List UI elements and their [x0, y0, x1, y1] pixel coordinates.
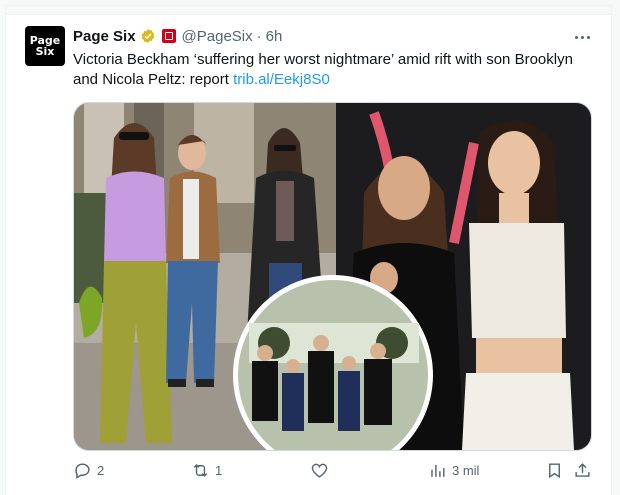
tweet-header: Page Six @PageSix · 6h: [73, 26, 282, 46]
action-bar: 2 1 3 mil: [73, 458, 593, 482]
tweet-card[interactable]: Page Six Page Six @PageSix · 6h Victoria…: [5, 5, 612, 495]
retweet-count: 1: [215, 462, 223, 478]
author-handle[interactable]: @PageSix: [182, 28, 253, 45]
avatar-line-2: Six: [35, 45, 55, 58]
tweet-link[interactable]: trib.al/Eekj8S0: [233, 71, 330, 88]
verified-badge-icon[interactable]: [140, 28, 156, 44]
reply-button[interactable]: 2: [73, 458, 104, 482]
author-name[interactable]: Page Six: [73, 28, 136, 45]
avatar[interactable]: Page Six: [25, 26, 65, 66]
reply-icon: [75, 462, 90, 479]
views-icon: [431, 464, 445, 477]
separator-dot: ·: [256, 27, 262, 45]
affiliate-badge-icon[interactable]: [161, 29, 176, 43]
like-button[interactable]: [310, 458, 334, 482]
views-count: 3 mil: [452, 462, 480, 478]
bookmark-button[interactable]: [545, 458, 564, 482]
more-icon[interactable]: [572, 30, 592, 44]
timeline-divider: [6, 6, 611, 15]
retweet-icon: [193, 463, 208, 477]
retweet-button[interactable]: 1: [191, 458, 222, 482]
heart-icon: [311, 463, 328, 478]
views-button[interactable]: 3 mil: [428, 458, 479, 482]
share-button[interactable]: [573, 458, 592, 482]
reply-count: 2: [97, 462, 105, 478]
tweet-text: Victoria Beckham ‘suffering her worst ni…: [73, 50, 593, 90]
timestamp[interactable]: 6h: [266, 28, 283, 45]
photo-collage: [74, 103, 591, 450]
bookmark-icon: [549, 462, 560, 478]
tweet-media-image[interactable]: [73, 102, 592, 451]
share-icon: [575, 462, 590, 477]
